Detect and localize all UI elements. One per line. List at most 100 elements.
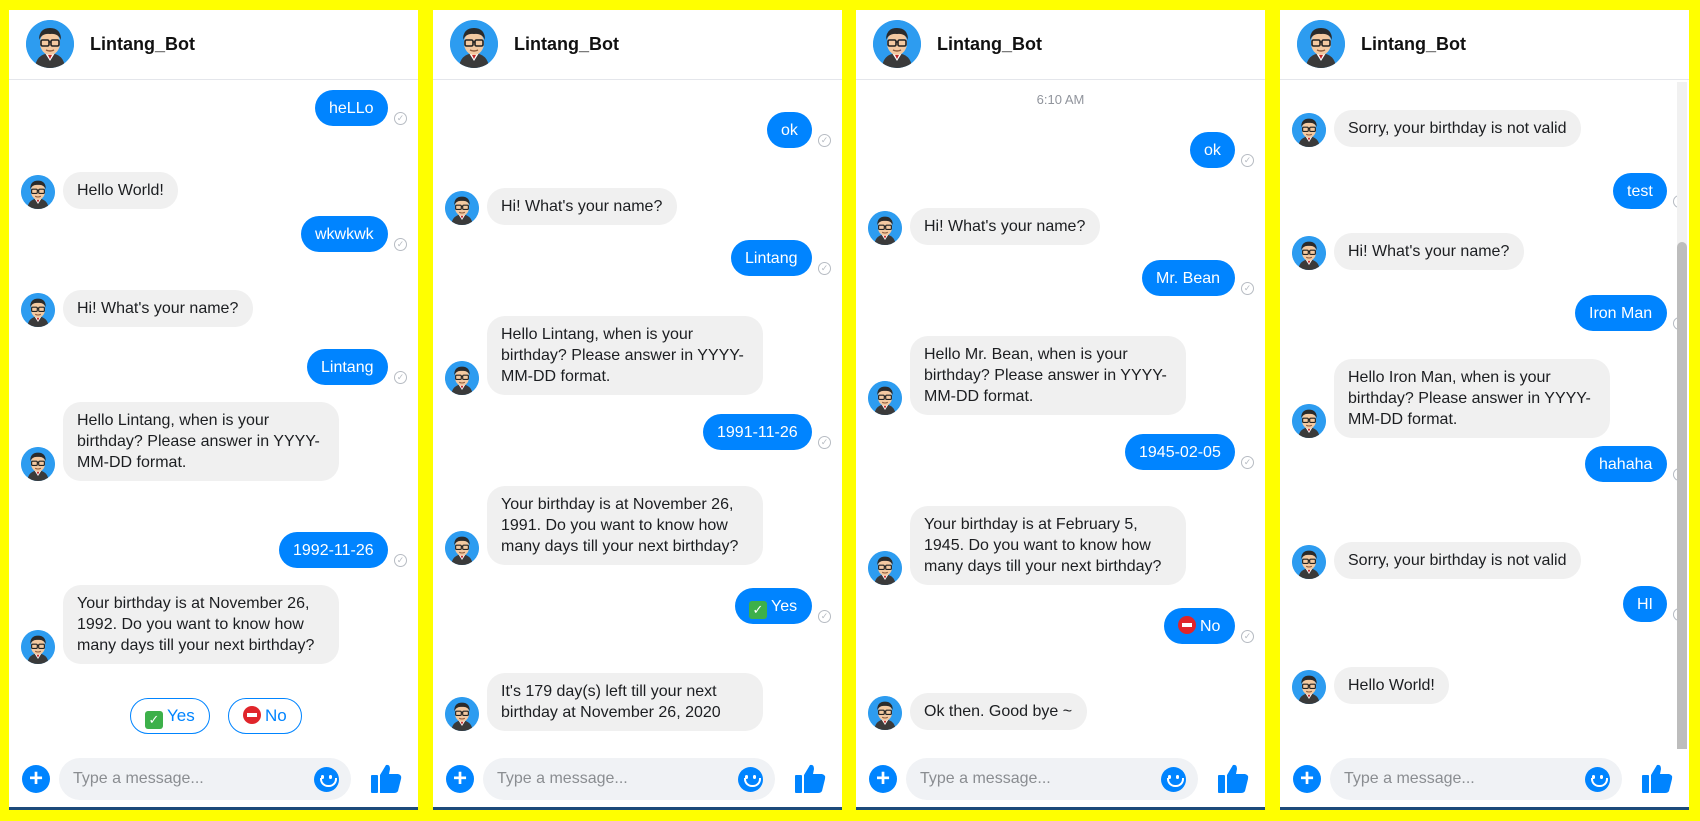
- user-message: ✓ Yes: [735, 588, 812, 624]
- quick-reply-no-button[interactable]: No: [228, 698, 302, 734]
- message-text: Lintang: [745, 250, 798, 267]
- plus-icon[interactable]: +: [869, 765, 897, 793]
- bot-message: Hello World!: [63, 172, 178, 209]
- read-check-icon: ✓: [1241, 630, 1254, 643]
- avatar-icon[interactable]: [1297, 20, 1345, 68]
- message-text: Your birthday is at February 5, 1945. Do…: [924, 516, 1162, 575]
- plus-icon[interactable]: +: [446, 765, 474, 793]
- message-text: It's 179 day(s) left till your next birt…: [501, 683, 721, 721]
- no-entry-icon: [243, 706, 261, 724]
- read-check-icon: ✓: [394, 238, 407, 251]
- message-list[interactable]: heLLo ✓ Hello World! wkwkwk ✓ Hi! What's you…: [9, 81, 418, 750]
- user-message: ok: [1190, 132, 1235, 168]
- composer: +: [856, 749, 1265, 807]
- smiley-icon[interactable]: [314, 767, 339, 792]
- smiley-icon[interactable]: [1161, 767, 1186, 792]
- user-message: heLLo: [315, 90, 388, 126]
- panel-bottom-border: [433, 807, 842, 810]
- bot-name[interactable]: Lintang_Bot: [937, 34, 1042, 55]
- message-input[interactable]: [1344, 758, 1574, 800]
- bot-message: Hello Mr. Bean, when is your birthday? P…: [910, 336, 1186, 415]
- read-check-icon: ✓: [818, 262, 831, 275]
- read-check-icon: ✓: [1241, 456, 1254, 469]
- bot-message: Ok then. Good bye ~: [910, 693, 1087, 730]
- thumbs-up-icon[interactable]: [793, 761, 827, 795]
- user-message: 1945-02-05: [1125, 434, 1235, 470]
- avatar-icon: [21, 630, 55, 664]
- avatar-icon[interactable]: [26, 20, 74, 68]
- user-message: test: [1613, 173, 1667, 209]
- quick-reply-yes-button[interactable]: ✓ Yes: [130, 698, 210, 734]
- avatar-icon[interactable]: [873, 20, 921, 68]
- plus-icon[interactable]: +: [1293, 765, 1321, 793]
- bot-message: Hi! What's your name?: [63, 290, 253, 327]
- read-check-icon: ✓: [1241, 154, 1254, 167]
- bot-message: Your birthday is at November 26, 1992. D…: [63, 585, 339, 664]
- thumbs-up-icon[interactable]: [1640, 761, 1674, 795]
- message-text: Sorry, your birthday is not valid: [1348, 552, 1567, 569]
- message-input-box[interactable]: [1330, 758, 1622, 800]
- chat-header: Lintang_Bot: [856, 10, 1265, 80]
- message-text: Hello Lintang, when is your birthday? Pl…: [77, 412, 320, 471]
- bot-message: Your birthday is at February 5, 1945. Do…: [910, 506, 1186, 585]
- avatar-icon: [445, 361, 479, 395]
- message-list[interactable]: 6:10 AM ok ✓ Hi! What's your name? Mr. Bean…: [856, 81, 1265, 750]
- bot-message: Hello Iron Man, when is your birthday? P…: [1334, 359, 1610, 438]
- bot-message: Hello Lintang, when is your birthday? Pl…: [487, 316, 763, 395]
- user-message: Lintang: [731, 240, 812, 276]
- avatar-icon: [868, 381, 902, 415]
- message-text: Your birthday is at November 26, 1992. D…: [77, 595, 315, 654]
- bot-message: Hi! What's your name?: [487, 188, 677, 225]
- message-text: No: [1200, 618, 1221, 635]
- message-list[interactable]: Sorry, your birthday is not valid test✓H…: [1280, 81, 1689, 750]
- quick-reply-label: Yes: [167, 706, 195, 725]
- bot-name[interactable]: Lintang_Bot: [514, 34, 619, 55]
- avatar-icon: [868, 551, 902, 585]
- message-text: Yes: [771, 598, 798, 615]
- thumbs-up-icon[interactable]: [369, 761, 403, 795]
- chat-panel-3: Lintang_Bot 6:10 AM ok ✓ Hi! What's your nam…: [856, 10, 1265, 810]
- message-list[interactable]: ok ✓ Hi! What's your name? Lintang ✓ Hello L…: [433, 81, 842, 750]
- message-input-box[interactable]: [483, 758, 775, 800]
- chat-panel-4: Lintang_Bot Sorry, your birthday is not v…: [1280, 10, 1689, 810]
- message-input[interactable]: [497, 758, 727, 800]
- message-text: hahaha: [1599, 456, 1653, 473]
- message-input-box[interactable]: [59, 758, 351, 800]
- user-message: Mr. Bean: [1142, 260, 1235, 296]
- message-input[interactable]: [920, 758, 1150, 800]
- timestamp: 6:10 AM: [1036, 92, 1085, 107]
- message-text: Hi! What's your name?: [924, 218, 1086, 235]
- message-text: Hi! What's your name?: [1348, 243, 1510, 260]
- message-input-box[interactable]: [906, 758, 1198, 800]
- bot-message: Sorry, your birthday is not valid: [1334, 110, 1581, 147]
- bot-message: Sorry, your birthday is not valid: [1334, 542, 1581, 579]
- composer: +: [1280, 749, 1689, 807]
- message-text: Hello World!: [1348, 677, 1435, 694]
- user-message: 1992-11-26: [279, 532, 388, 568]
- avatar-icon[interactable]: [450, 20, 498, 68]
- user-message: No: [1164, 608, 1235, 644]
- avatar-icon: [1292, 113, 1326, 147]
- message-input[interactable]: [73, 758, 303, 800]
- user-message: 1991-11-26: [703, 414, 812, 450]
- bot-name[interactable]: Lintang_Bot: [90, 34, 195, 55]
- scrollbar-thumb[interactable]: [1677, 242, 1687, 755]
- chat-header: Lintang_Bot: [433, 10, 842, 80]
- avatar-icon: [868, 211, 902, 245]
- message-text: Sorry, your birthday is not valid: [1348, 120, 1567, 137]
- smiley-icon[interactable]: [1585, 767, 1610, 792]
- plus-icon[interactable]: +: [22, 765, 50, 793]
- chat-header: Lintang_Bot: [9, 10, 418, 80]
- user-message: HI: [1623, 586, 1667, 622]
- message-text: Iron Man: [1589, 305, 1653, 322]
- check-mark-icon: ✓: [145, 711, 163, 729]
- thumbs-up-icon[interactable]: [1216, 761, 1250, 795]
- panel-bottom-border: [9, 807, 418, 810]
- read-check-icon: ✓: [818, 436, 831, 449]
- smiley-icon[interactable]: [738, 767, 763, 792]
- avatar-icon: [445, 697, 479, 731]
- message-text: Ok then. Good bye ~: [924, 703, 1073, 720]
- bot-name[interactable]: Lintang_Bot: [1361, 34, 1466, 55]
- user-message: ok: [767, 112, 812, 148]
- read-check-icon: ✓: [818, 134, 831, 147]
